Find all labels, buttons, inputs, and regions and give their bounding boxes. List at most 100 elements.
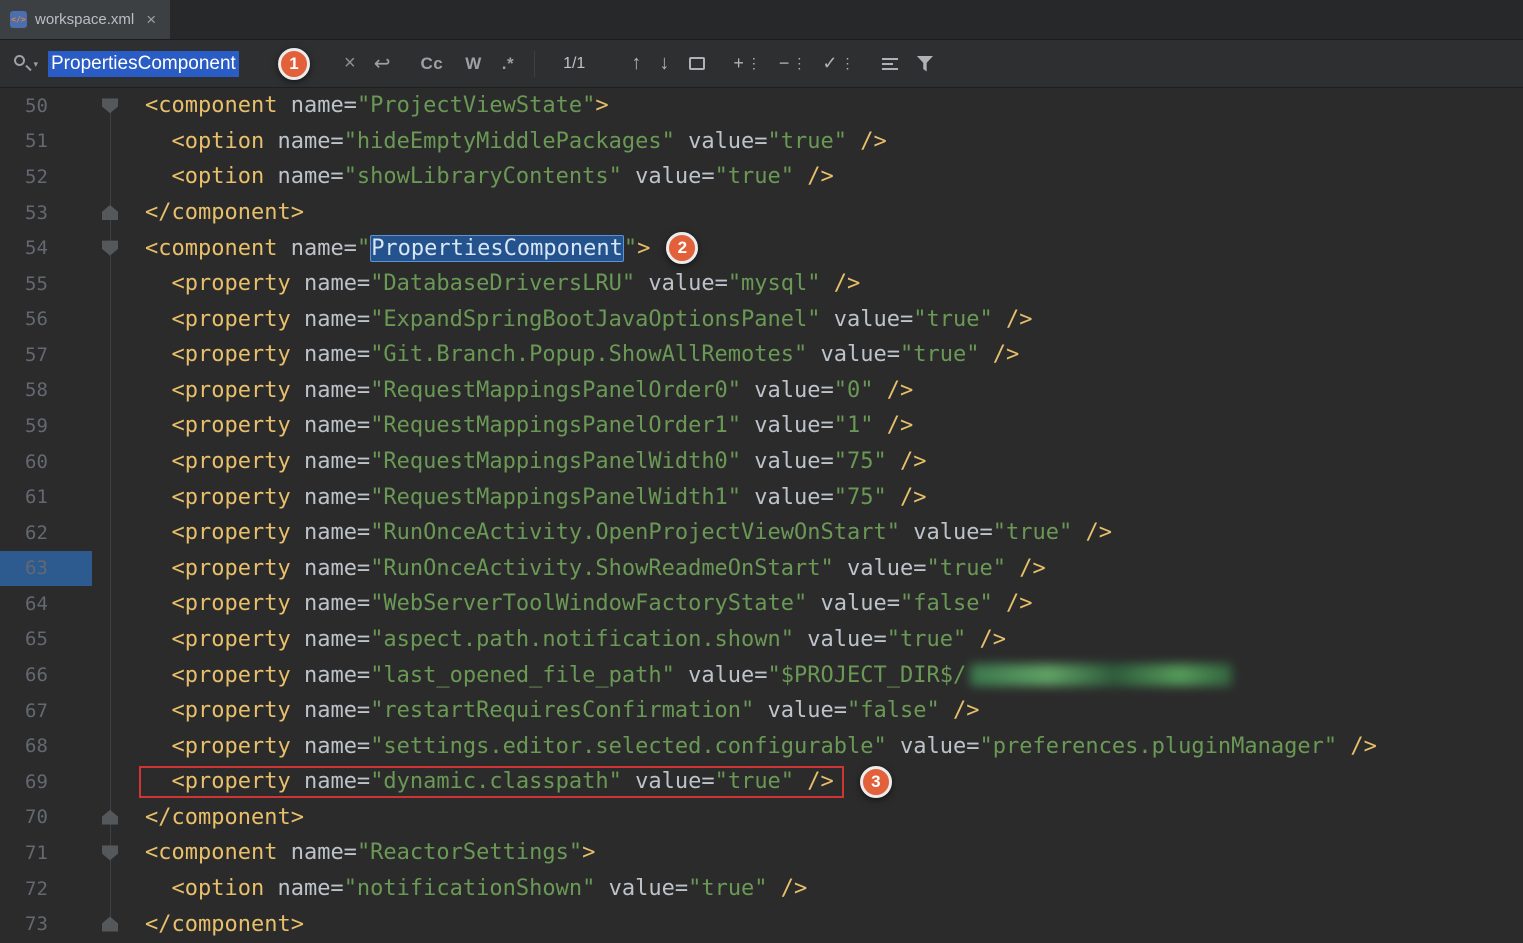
gutter: 61 xyxy=(0,479,145,515)
code-token: "true" xyxy=(688,876,767,901)
code-content: <component name="ReactorSettings"> xyxy=(145,840,595,865)
previous-occurrence-icon[interactable]: ↑ xyxy=(631,52,641,75)
code-token: value= xyxy=(741,378,834,403)
code-token: "ProjectViewState" xyxy=(357,93,595,118)
code-content: <component name="ProjectViewState"> xyxy=(145,93,609,118)
code-token: /> xyxy=(966,627,1006,652)
search-in-selection-icon[interactable] xyxy=(689,57,705,70)
line-number[interactable]: 63 xyxy=(25,557,48,579)
gutter: 72 xyxy=(0,871,145,907)
code-token: "mysql" xyxy=(728,271,821,296)
add-occurrence-icon[interactable]: +⋮ xyxy=(733,53,761,74)
line-number[interactable]: 69 xyxy=(25,771,48,793)
line-number[interactable]: 71 xyxy=(25,842,48,864)
code-token: "RunOnceActivity.ShowReadmeOnStart" xyxy=(370,556,834,581)
line-number[interactable]: 59 xyxy=(25,415,48,437)
code-token: <option xyxy=(145,876,277,901)
search-options-lines-icon[interactable] xyxy=(882,58,898,70)
code-token: name= xyxy=(304,378,370,403)
search-icon[interactable]: ▾ xyxy=(12,53,38,75)
code-content: <component name="PropertiesComponent">2 xyxy=(145,232,698,264)
match-case-toggle[interactable]: Cc xyxy=(420,54,443,74)
code-token: <property xyxy=(145,591,304,616)
select-all-occurrences-icon[interactable]: ✓⋮ xyxy=(822,53,854,74)
filter-icon[interactable] xyxy=(916,56,933,72)
remove-occurrence-icon[interactable]: −⋮ xyxy=(779,53,807,74)
code-line: 53</component> xyxy=(0,195,1523,231)
code-token: /> xyxy=(794,164,834,189)
code-token: name= xyxy=(304,520,370,545)
code-token: "75" xyxy=(834,485,887,510)
code-line: 52 <option name="showLibraryContents" va… xyxy=(0,159,1523,195)
line-number[interactable]: 66 xyxy=(25,664,48,686)
code-content: <property name="DatabaseDriversLRU" valu… xyxy=(145,271,860,296)
code-line: 55 <property name="DatabaseDriversLRU" v… xyxy=(0,266,1523,302)
code-content: <property name="RunOnceActivity.OpenProj… xyxy=(145,520,1112,545)
search-history-chevron-icon[interactable]: ▾ xyxy=(33,59,38,70)
code-token: "1" xyxy=(834,413,874,438)
line-number[interactable]: 73 xyxy=(25,913,48,935)
line-number[interactable]: 58 xyxy=(25,379,48,401)
code-token: "WebServerToolWindowFactoryState" xyxy=(370,591,807,616)
code-token: <option xyxy=(145,164,277,189)
fold-start-icon[interactable] xyxy=(102,845,118,860)
tab-workspace-xml[interactable]: </> workspace.xml × xyxy=(0,0,170,39)
code-token: <property xyxy=(145,449,304,474)
code-token: "$PROJECT_DIR$/ xyxy=(768,663,967,688)
line-number[interactable]: 70 xyxy=(25,806,48,828)
line-number[interactable]: 56 xyxy=(25,308,48,330)
code-token: name= xyxy=(277,164,343,189)
line-number[interactable]: 61 xyxy=(25,486,48,508)
line-number[interactable]: 65 xyxy=(25,628,48,650)
line-number[interactable]: 72 xyxy=(25,878,48,900)
code-line: 67 <property name="restartRequiresConfir… xyxy=(0,693,1523,729)
line-number[interactable]: 55 xyxy=(25,273,48,295)
code-token: /> xyxy=(993,307,1033,332)
fold-end-icon[interactable] xyxy=(102,205,118,220)
code-token: <property xyxy=(145,734,304,759)
line-number[interactable]: 54 xyxy=(25,237,48,259)
newline-icon[interactable]: ↩ xyxy=(374,51,391,76)
line-number[interactable]: 67 xyxy=(25,700,48,722)
fold-start-icon[interactable] xyxy=(102,241,118,256)
clear-search-icon[interactable]: × xyxy=(344,52,356,75)
code-token: /> xyxy=(874,413,914,438)
line-number[interactable]: 51 xyxy=(25,130,48,152)
code-token: value= xyxy=(807,342,900,367)
gutter: 68 xyxy=(0,728,145,764)
code-token: value= xyxy=(794,627,887,652)
code-token: /> xyxy=(794,769,834,794)
regex-toggle[interactable]: .* xyxy=(502,54,514,74)
line-number[interactable]: 50 xyxy=(25,95,48,117)
tab-close-icon[interactable]: × xyxy=(146,11,156,28)
line-number[interactable]: 53 xyxy=(25,202,48,224)
line-number[interactable]: 68 xyxy=(25,735,48,757)
code-token: "Git.Branch.Popup.ShowAllRemotes" xyxy=(370,342,807,367)
code-token: name= xyxy=(304,627,370,652)
line-number[interactable]: 52 xyxy=(25,166,48,188)
fold-end-icon[interactable] xyxy=(102,810,118,825)
code-token: name= xyxy=(304,769,370,794)
search-input[interactable]: PropertiesComponent xyxy=(48,50,258,78)
gutter: 54 xyxy=(0,230,145,266)
line-number[interactable]: 57 xyxy=(25,344,48,366)
code-token: name= xyxy=(277,129,343,154)
next-occurrence-icon[interactable]: ↓ xyxy=(659,52,669,75)
code-token: "preferences.pluginManager" xyxy=(979,734,1337,759)
gutter: 70 xyxy=(0,800,145,836)
fold-end-icon[interactable] xyxy=(102,917,118,932)
fold-start-icon[interactable] xyxy=(102,98,118,113)
gutter: 59 xyxy=(0,408,145,444)
line-number[interactable]: 64 xyxy=(25,593,48,615)
code-token: "true" xyxy=(768,129,847,154)
code-line: 50 <component name="ProjectViewState"> xyxy=(0,88,1523,124)
code-token: "hideEmptyMiddlePackages" xyxy=(344,129,675,154)
editor: 50<component name="ProjectViewState">51 … xyxy=(0,88,1523,942)
whole-words-toggle[interactable]: W xyxy=(465,54,482,74)
line-number[interactable]: 62 xyxy=(25,522,48,544)
code-token: value= xyxy=(834,556,927,581)
plus-glyph: + xyxy=(733,53,744,74)
line-number[interactable]: 60 xyxy=(25,451,48,473)
code-token: "ReactorSettings" xyxy=(357,840,582,865)
code-token: "true" xyxy=(715,164,794,189)
